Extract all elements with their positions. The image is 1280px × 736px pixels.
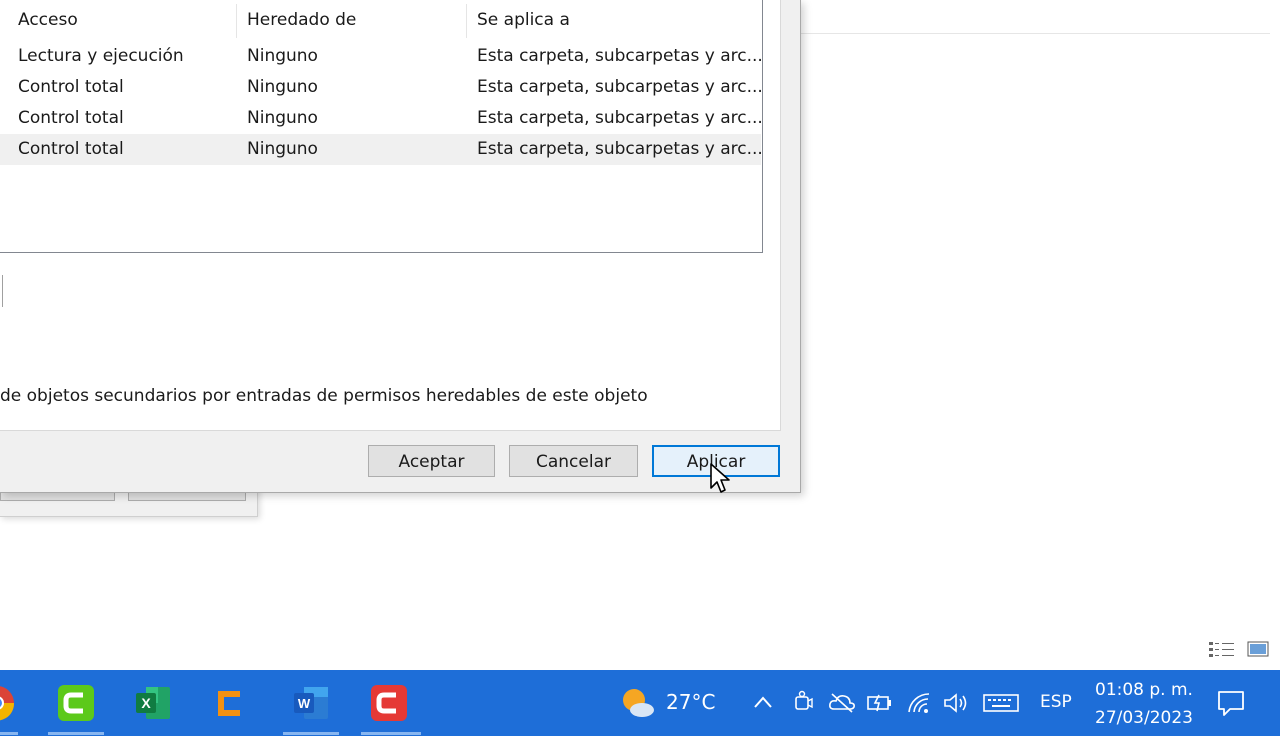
- table-row[interactable]: Control total Ninguno Esta carpeta, subc…: [0, 72, 763, 103]
- touch-keyboard-icon[interactable]: [982, 692, 1020, 718]
- word-icon[interactable]: W: [292, 684, 330, 722]
- svg-text:X: X: [141, 695, 151, 711]
- background-dialog-button: [128, 492, 246, 501]
- column-header-acceso[interactable]: Acceso: [0, 0, 237, 40]
- cell-heredado: Ninguno: [247, 139, 318, 159]
- large-icons-view-icon[interactable]: [1246, 640, 1274, 658]
- notifications-icon[interactable]: [1216, 688, 1246, 722]
- cell-acceso: Control total: [18, 77, 124, 97]
- column-header-heredado[interactable]: Heredado de: [229, 0, 467, 40]
- wifi-icon[interactable]: [906, 692, 932, 718]
- cell-aplica: Esta carpeta, subcarpetas y arc...: [477, 108, 763, 128]
- replace-child-permissions-label[interactable]: de objetos secundarios por entradas de p…: [0, 384, 648, 408]
- svg-text:W: W: [298, 696, 311, 711]
- advanced-security-dialog: Acceso Heredado de Se aplica a Lectura y…: [0, 0, 801, 493]
- weather-temperature[interactable]: 27°C: [666, 690, 715, 714]
- ok-button[interactable]: Aceptar: [368, 445, 495, 477]
- partial-button-edge[interactable]: [0, 275, 3, 307]
- cell-acceso: Lectura y ejecución: [18, 46, 184, 66]
- cell-aplica: Esta carpeta, subcarpetas y arc...: [477, 77, 763, 97]
- cell-aplica: Esta carpeta, subcarpetas y arc...: [477, 139, 763, 159]
- running-indicator: [361, 732, 421, 735]
- table-row[interactable]: Control total Ninguno Esta carpeta, subc…: [0, 103, 763, 134]
- cancel-button[interactable]: Cancelar: [509, 445, 638, 477]
- camtasia-red-icon[interactable]: [370, 684, 408, 722]
- orange-app-icon[interactable]: [210, 684, 248, 722]
- clock-date: 27/03/2023: [1095, 708, 1193, 728]
- cell-heredado: Ninguno: [247, 77, 318, 97]
- cell-aplica: Esta carpeta, subcarpetas y arc...: [477, 46, 763, 66]
- running-indicator: [283, 732, 339, 735]
- volume-icon[interactable]: [942, 692, 970, 718]
- details-view-icon[interactable]: [1208, 640, 1236, 658]
- table-row-selected[interactable]: Control total Ninguno Esta carpeta, subc…: [0, 134, 763, 165]
- weather-icon[interactable]: [618, 686, 656, 724]
- battery-charging-icon[interactable]: [866, 692, 894, 718]
- excel-icon[interactable]: X: [134, 684, 172, 722]
- background-window-divider: [800, 33, 1270, 34]
- cell-acceso: Control total: [18, 139, 124, 159]
- chevron-up-icon[interactable]: [752, 692, 774, 716]
- table-row[interactable]: Lectura y ejecución Ninguno Esta carpeta…: [0, 41, 763, 72]
- input-language-indicator[interactable]: ESP: [1040, 692, 1072, 712]
- permission-entries-list[interactable]: Acceso Heredado de Se aplica a Lectura y…: [0, 0, 763, 253]
- running-indicator: [0, 732, 18, 735]
- clock-time: 01:08 p. m.: [1095, 680, 1193, 700]
- column-header-aplica[interactable]: Se aplica a: [459, 0, 759, 40]
- cell-heredado: Ninguno: [247, 46, 318, 66]
- view-mode-toggles: [1208, 640, 1274, 658]
- running-indicator: [48, 732, 104, 735]
- background-dialog-button: [0, 492, 115, 501]
- mouse-pointer-icon: [709, 462, 731, 496]
- permissions-panel: Acceso Heredado de Se aplica a Lectura y…: [0, 0, 781, 431]
- chrome-icon[interactable]: [0, 684, 16, 722]
- meet-now-icon[interactable]: [792, 690, 814, 718]
- taskbar: X W 27°C ESP 01:08 p. m. 27/03/2023: [0, 670, 1280, 736]
- cell-acceso: Control total: [18, 108, 124, 128]
- clock[interactable]: 01:08 p. m. 27/03/2023: [1095, 676, 1193, 732]
- cell-heredado: Ninguno: [247, 108, 318, 128]
- list-header: Acceso Heredado de Se aplica a: [0, 0, 762, 40]
- camtasia-green-icon[interactable]: [57, 684, 95, 722]
- onedrive-offline-icon[interactable]: [828, 692, 856, 718]
